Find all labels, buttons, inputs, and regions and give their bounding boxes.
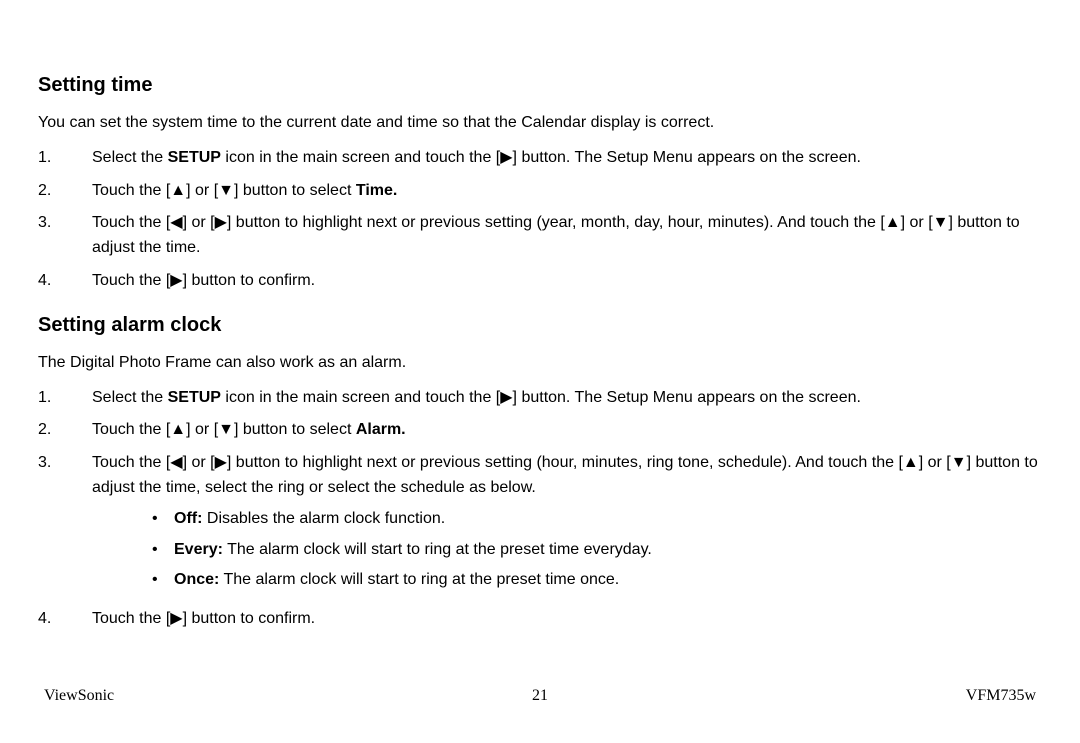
down-icon: [▼] [214,182,239,199]
bullet-off: Off: Disables the alarm clock function. [152,507,1042,532]
step-number: 3. [38,211,92,261]
alarm-schedule-options: Off: Disables the alarm clock function. … [92,507,1042,593]
step-3: 3. Touch the [◀] or [▶] button to highli… [38,211,1042,261]
up-icon: [▲] [898,454,923,471]
step-number: 3. [38,451,92,599]
step-body: Touch the [▲] or [▼] button to select Al… [92,418,1042,443]
right-icon: [▶] [210,454,231,471]
down-icon: [▼] [946,454,971,471]
steps-setting-time: 1. Select the SETUP icon in the main scr… [38,146,1042,294]
right-icon: [▶] [496,389,517,406]
right-icon: [▶] [166,610,187,627]
step-number: 1. [38,386,92,411]
intro-setting-time: You can set the system time to the curre… [38,111,1042,136]
step-number: 4. [38,269,92,294]
step-body: Select the SETUP icon in the main screen… [92,386,1042,411]
footer-page-number: 21 [532,684,548,709]
step-number: 2. [38,179,92,204]
step-3: 3. Touch the [◀] or [▶] button to highli… [38,451,1042,599]
step-body: Touch the [◀] or [▶] button to highlight… [92,451,1042,599]
step-1: 1. Select the SETUP icon in the main scr… [38,146,1042,171]
step-number: 4. [38,607,92,632]
heading-setting-time: Setting time [38,70,1042,101]
step-2: 2. Touch the [▲] or [▼] button to select… [38,179,1042,204]
step-body: Select the SETUP icon in the main screen… [92,146,1042,171]
up-icon: [▲] [166,182,191,199]
steps-setting-alarm: 1. Select the SETUP icon in the main scr… [38,386,1042,632]
manual-page: Setting time You can set the system time… [0,0,1080,743]
left-icon: [◀] [166,454,187,471]
step-body: Touch the [▶] button to confirm. [92,269,1042,294]
left-icon: [◀] [166,214,187,231]
down-icon: [▼] [928,214,953,231]
right-icon: [▶] [166,272,187,289]
step-body: Touch the [▲] or [▼] button to select Ti… [92,179,1042,204]
intro-setting-alarm: The Digital Photo Frame can also work as… [38,351,1042,376]
step-4: 4. Touch the [▶] button to confirm. [38,607,1042,632]
right-icon: [▶] [210,214,231,231]
right-icon: [▶] [496,149,517,166]
step-body: Touch the [▶] button to confirm. [92,607,1042,632]
step-body: Touch the [◀] or [▶] button to highlight… [92,211,1042,261]
step-2: 2. Touch the [▲] or [▼] button to select… [38,418,1042,443]
step-number: 2. [38,418,92,443]
step-1: 1. Select the SETUP icon in the main scr… [38,386,1042,411]
up-icon: [▲] [166,421,191,438]
heading-setting-alarm: Setting alarm clock [38,310,1042,341]
up-icon: [▲] [880,214,905,231]
bullet-every: Every: The alarm clock will start to rin… [152,538,1042,563]
down-icon: [▼] [214,421,239,438]
footer-brand: ViewSonic [44,684,114,709]
bullet-once: Once: The alarm clock will start to ring… [152,568,1042,593]
page-footer: ViewSonic 21 VFM735w [44,684,1036,709]
step-number: 1. [38,146,92,171]
step-4: 4. Touch the [▶] button to confirm. [38,269,1042,294]
footer-model: VFM735w [966,684,1036,709]
